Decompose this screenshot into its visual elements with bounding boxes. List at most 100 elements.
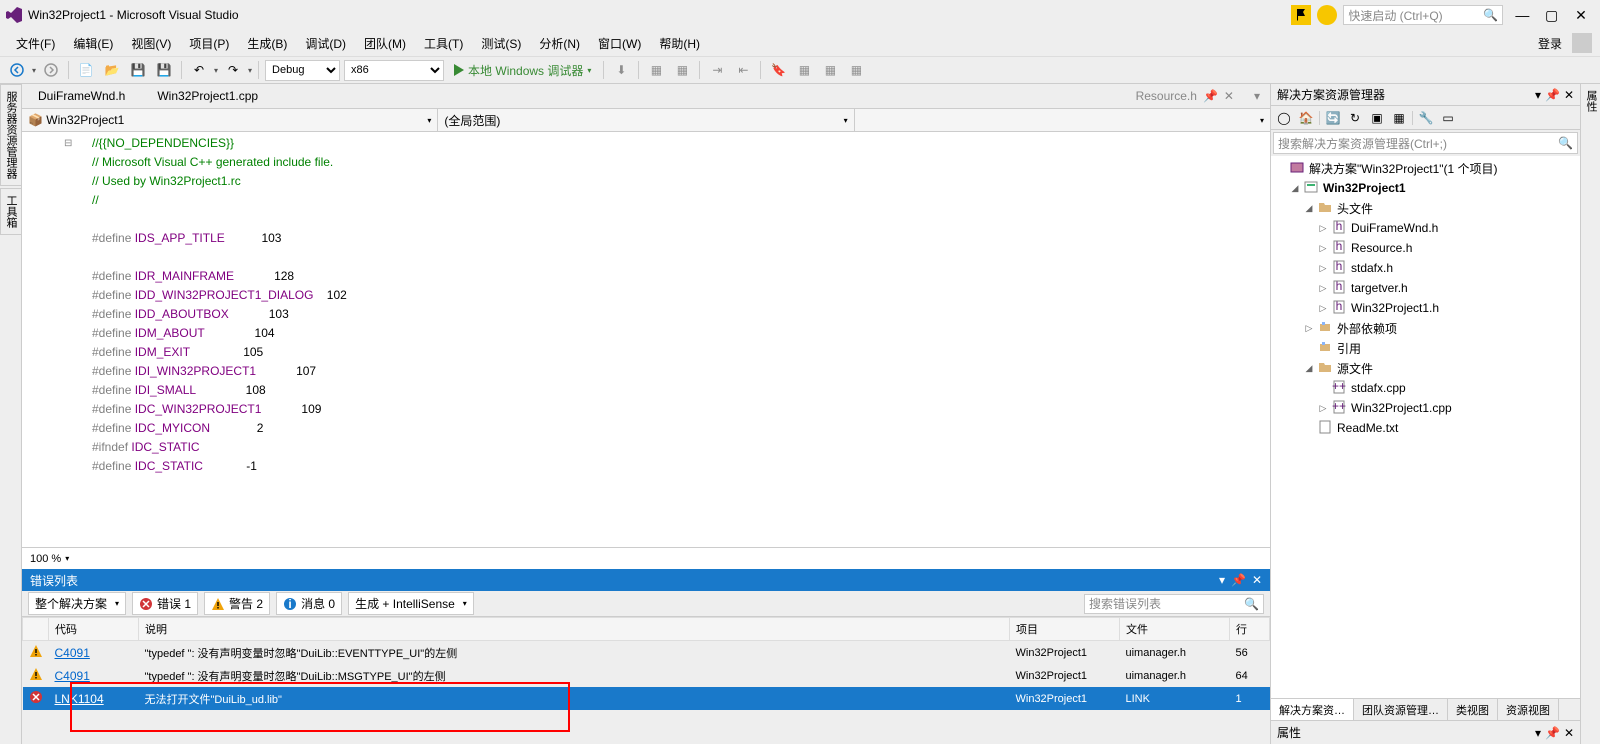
zoom-level[interactable]: 100 % [30,553,61,565]
indent-button[interactable]: ⇥ [706,59,728,81]
code-line[interactable]: // [72,191,1270,210]
build-source-combo[interactable]: 生成 + IntelliSense▾ [348,592,474,615]
save-button[interactable]: 💾 [127,59,149,81]
sync-button[interactable]: 🔄 [1324,109,1342,127]
nav-forward-button[interactable] [40,59,62,81]
chevron-down-icon[interactable]: ▾ [214,66,218,75]
tree-node[interactable]: ReadMe.txt [1271,418,1580,438]
redo-button[interactable]: ↷ [222,59,244,81]
code-line[interactable]: #define IDC_STATIC -1 [72,457,1270,476]
show-all-button[interactable]: ▦ [1390,109,1408,127]
panel-dropdown-icon[interactable]: ▾ [1535,726,1541,740]
tree-node[interactable]: ▷htargetver.h [1271,278,1580,298]
menu-window[interactable]: 窗口(W) [590,32,649,55]
panel-dropdown-icon[interactable]: ▾ [1535,88,1541,102]
maximize-button[interactable]: ▢ [1539,7,1565,24]
tree-node[interactable]: ▷hDuiFrameWnd.h [1271,218,1580,238]
quick-launch-input[interactable]: 快速启动 (Ctrl+Q)🔍 [1343,5,1503,25]
tab-overflow-button[interactable]: ▾ [1244,85,1270,107]
col-icon[interactable] [23,618,49,641]
chevron-down-icon[interactable]: ▾ [32,66,36,75]
find-button[interactable]: ▦ [793,59,815,81]
code-line[interactable]: #define IDM_ABOUT 104 [72,324,1270,343]
bottom-tab-classview[interactable]: 类视图 [1448,699,1498,720]
code-line[interactable]: // Used by Win32Project1.rc [72,172,1270,191]
undo-button[interactable]: ↶ [188,59,210,81]
code-line[interactable]: #define IDM_EXIT 105 [72,343,1270,362]
left-tab-server-explorer[interactable]: 服务器资源管理器 [0,84,21,186]
user-avatar-icon[interactable] [1572,33,1592,53]
pin-icon[interactable]: 📌 [1545,726,1560,740]
solution-search-input[interactable]: 搜索解决方案资源管理器(Ctrl+;)🔍 [1273,132,1578,154]
close-icon[interactable]: ✕ [1564,726,1574,740]
code-line[interactable] [72,248,1270,267]
panel-dropdown-icon[interactable]: ▾ [1219,573,1225,587]
config-select[interactable]: Debug [265,60,340,81]
menu-team[interactable]: 团队(M) [356,32,414,55]
comment-button[interactable]: ▦ [645,59,667,81]
pin-icon[interactable]: 📌 [1545,88,1560,102]
bookmark-button[interactable]: 🔖 [767,59,789,81]
new-project-button[interactable]: 📄 [75,59,97,81]
bottom-tab-team[interactable]: 团队资源管理… [1354,699,1448,720]
menu-build[interactable]: 生成(B) [239,32,295,55]
menu-tools[interactable]: 工具(T) [416,32,471,55]
row-code[interactable]: C4091 [49,641,139,665]
home-button[interactable]: 🏠 [1297,109,1315,127]
collapse-all-button[interactable]: ▣ [1368,109,1386,127]
feedback-smile-icon[interactable] [1317,5,1337,25]
code-line[interactable]: #define IDC_WIN32PROJECT1 109 [72,400,1270,419]
properties-button[interactable]: 🔧 [1417,109,1435,127]
code-line[interactable]: #define IDI_WIN32PROJECT1 107 [72,362,1270,381]
chevron-down-icon[interactable]: ▾ [248,66,252,75]
row-code[interactable]: LNK1104 [49,687,139,710]
code-line[interactable]: //{{NO_DEPENDENCIES}} [72,134,1270,153]
back-button[interactable]: ◯ [1275,109,1293,127]
col-project[interactable]: 项目 [1010,618,1120,641]
uncomment-button[interactable]: ▦ [671,59,693,81]
close-icon[interactable]: ✕ [1252,573,1262,587]
tree-node[interactable]: 解决方案"Win32Project1"(1 个项目) [1271,158,1580,178]
tree-node[interactable]: ▷hWin32Project1.h [1271,298,1580,318]
tree-node[interactable]: ▷++Win32Project1.cpp [1271,398,1580,418]
col-line[interactable]: 行 [1230,618,1270,641]
col-file[interactable]: 文件 [1120,618,1230,641]
menu-view[interactable]: 视图(V) [123,32,179,55]
error-row[interactable]: C4091"typedef ": 没有声明变量时忽略"DuiLib::EVENT… [23,641,1270,665]
tree-node[interactable]: ◢头文件 [1271,198,1580,218]
menu-project[interactable]: 项目(P) [181,32,237,55]
tree-node[interactable]: ◢Win32Project1 [1271,178,1580,198]
menu-analyze[interactable]: 分析(N) [531,32,588,55]
col-desc[interactable]: 说明 [139,618,1010,641]
code-line[interactable]: // Microsoft Visual C++ generated includ… [72,153,1270,172]
close-button[interactable]: ✕ [1568,7,1594,24]
code-line[interactable]: #define IDD_WIN32PROJECT1_DIALOG 102 [72,286,1270,305]
preview-button[interactable]: ▭ [1439,109,1457,127]
save-all-button[interactable]: 💾 [153,59,175,81]
nav-back-button[interactable] [6,59,28,81]
tree-node[interactable]: 引用 [1271,338,1580,358]
function-combo[interactable]: ▾ [855,109,1270,131]
step-button[interactable]: ⬇ [610,59,632,81]
tree-node[interactable]: ++stdafx.cpp [1271,378,1580,398]
code-line[interactable]: #define IDR_MAINFRAME 128 [72,267,1270,286]
minimize-button[interactable]: — [1509,7,1535,23]
tree-node[interactable]: ▷外部依赖项 [1271,318,1580,338]
outline-collapse-icon[interactable]: ⊟ [64,134,72,153]
menu-file[interactable]: 文件(F) [8,32,63,55]
menu-edit[interactable]: 编辑(E) [65,32,121,55]
outdent-button[interactable]: ⇤ [732,59,754,81]
col-code[interactable]: 代码 [49,618,139,641]
member-combo[interactable]: (全局范围)▾ [438,109,854,131]
bottom-tab-resview[interactable]: 资源视图 [1498,699,1559,720]
pin-icon[interactable]: 📌 [1203,89,1218,103]
tree-node[interactable]: ▷hstdafx.h [1271,258,1580,278]
menu-help[interactable]: 帮助(H) [651,32,708,55]
open-file-button[interactable]: 📂 [101,59,123,81]
scope-combo[interactable]: 📦 Win32Project1▾ [22,109,438,131]
code-line[interactable]: #define IDS_APP_TITLE 103 [72,229,1270,248]
start-debug-button[interactable]: 本地 Windows 调试器 ▾ [448,62,597,79]
tab-win32project1[interactable]: Win32Project1.cpp [141,85,274,107]
code-editor[interactable]: ⊟ //{{NO_DEPENDENCIES}}// Microsoft Visu… [22,132,1270,547]
code-line[interactable]: #define IDI_SMALL 108 [72,381,1270,400]
